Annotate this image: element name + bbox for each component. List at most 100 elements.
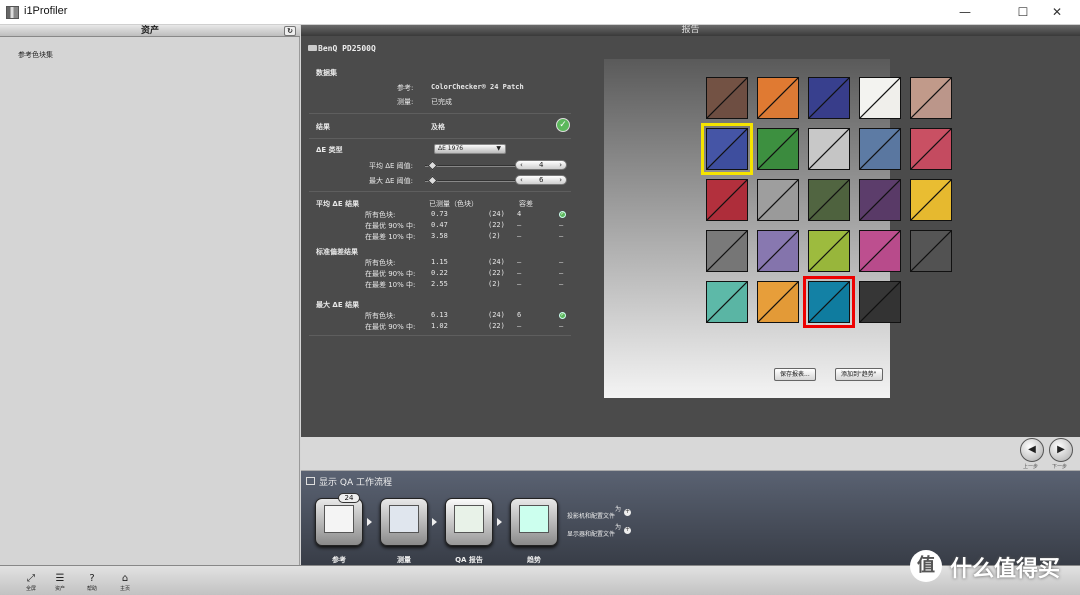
color-patch[interactable]: [808, 230, 850, 272]
color-patch[interactable]: [706, 281, 748, 323]
workflow-title: 显示 QA 工作流程: [319, 478, 392, 488]
row-status: –: [559, 221, 564, 229]
option-suffix: 为: [615, 506, 622, 513]
color-patch[interactable]: [910, 128, 952, 170]
plus-icon[interactable]: +: [624, 509, 631, 516]
max-threshold-stepper[interactable]: ‹ 6 ›: [515, 175, 567, 185]
color-patch[interactable]: [859, 128, 901, 170]
reference-patch-set-item[interactable]: 参考色块集: [18, 50, 53, 60]
next-button[interactable]: ▶: [1049, 438, 1073, 462]
color-patch[interactable]: [910, 179, 952, 221]
color-patch[interactable]: [859, 230, 901, 272]
decrement-icon[interactable]: ‹: [520, 161, 523, 169]
std-section-title: 标准偏差结果: [316, 248, 358, 256]
save-report-button[interactable]: 保存报表...: [774, 368, 816, 381]
color-patch[interactable]: [910, 77, 952, 119]
assets-button[interactable]: ☰ 资产: [50, 573, 70, 592]
row-tolerance: 6: [517, 311, 522, 319]
home-button[interactable]: ⌂ 主页: [115, 573, 135, 592]
arrow-icon: [432, 518, 437, 526]
row-count: (22): [488, 221, 505, 229]
max-threshold-slider[interactable]: [425, 180, 515, 182]
row-status: –: [559, 280, 564, 288]
row-tolerance: –: [517, 280, 522, 288]
row-label: 所有色块:: [365, 312, 396, 320]
avg-threshold-slider[interactable]: [425, 165, 515, 167]
row-count: (2): [488, 232, 501, 240]
color-patch[interactable]: [706, 230, 748, 272]
avg-threshold-stepper[interactable]: ‹ 4 ›: [515, 160, 567, 170]
patch-comparison-panel: 保存报表... 添加到"趋势": [604, 59, 952, 398]
row-label: 在最优 90% 中:: [365, 270, 416, 278]
measure-value: 已完成: [431, 98, 452, 106]
color-patch[interactable]: [803, 276, 855, 328]
row-value: 0.73: [431, 210, 448, 218]
avg-section-title: 平均 ΔE 结果: [316, 200, 360, 208]
step-qa-report[interactable]: [445, 498, 493, 546]
divider: [309, 138, 571, 139]
decrement-icon[interactable]: ‹: [520, 176, 523, 184]
row-value: 0.22: [431, 269, 448, 277]
color-patch[interactable]: [757, 281, 799, 323]
report-icon: [454, 505, 484, 533]
step-reference[interactable]: [315, 498, 363, 546]
avg-threshold-label: 平均 ΔE 阈值:: [369, 162, 414, 170]
color-patch[interactable]: [808, 77, 850, 119]
color-patch[interactable]: [757, 77, 799, 119]
increment-icon[interactable]: ›: [559, 161, 562, 169]
de-type-label: ΔE 类型: [316, 146, 343, 154]
color-patch[interactable]: [910, 230, 952, 272]
row-tolerance: –: [517, 269, 522, 277]
increment-icon[interactable]: ›: [559, 176, 562, 184]
pass-check-icon: ✓: [559, 211, 566, 218]
row-count: (24): [488, 311, 505, 319]
watermark-text: 什么值得买: [950, 557, 1061, 582]
color-patch[interactable]: [859, 179, 901, 221]
row-tolerance: –: [517, 232, 522, 240]
color-patch[interactable]: [808, 128, 850, 170]
color-patch[interactable]: [701, 123, 753, 175]
color-patch[interactable]: [757, 128, 799, 170]
pass-check-icon: ✓: [556, 118, 570, 132]
color-patch[interactable]: [859, 281, 901, 323]
color-patch[interactable]: [757, 179, 799, 221]
color-patch[interactable]: [706, 179, 748, 221]
result-label: 结果: [316, 123, 330, 131]
avg-threshold-slider-thumb[interactable]: [427, 160, 438, 171]
close-button[interactable]: ✕: [1034, 0, 1080, 25]
step-trend[interactable]: [510, 498, 558, 546]
title-bar: i1Profiler — ☐ ✕: [0, 0, 1080, 25]
color-patch[interactable]: [808, 179, 850, 221]
plus-icon[interactable]: +: [624, 527, 631, 534]
measure-label: 测量:: [397, 98, 414, 106]
fullscreen-button[interactable]: ⤢ 全屏: [21, 573, 41, 592]
row-status: –: [559, 232, 564, 240]
step-measure[interactable]: [380, 498, 428, 546]
row-label: 所有色块:: [365, 211, 396, 219]
home-label: 主页: [119, 586, 130, 592]
assets-label: 资产: [54, 586, 65, 592]
fullscreen-icon: ⤢: [27, 573, 35, 584]
reference-value: ColorChecker® 24 Patch: [431, 83, 524, 91]
home-icon: ⌂: [121, 573, 129, 584]
assets-panel: 资产 ↻ 参考色块集: [0, 25, 300, 565]
help-button[interactable]: ? 帮助: [82, 573, 102, 592]
row-label: 在最差 10% 中:: [365, 281, 416, 289]
color-patch[interactable]: [859, 77, 901, 119]
navigation-strip: ◀ ▶ 上一步 下一步: [301, 437, 1080, 471]
de-type-value: ΔE 1976: [438, 145, 464, 152]
assets-header: 资产 ↻: [0, 25, 300, 37]
row-label: 所有色块:: [365, 259, 396, 267]
color-patch[interactable]: [706, 77, 748, 119]
row-status: –: [559, 269, 564, 277]
color-patch[interactable]: [757, 230, 799, 272]
refresh-icon[interactable]: ↻: [284, 26, 296, 36]
option-suffix: 为: [615, 524, 622, 531]
previous-button[interactable]: ◀: [1020, 438, 1044, 462]
minimize-button[interactable]: —: [942, 0, 988, 25]
add-to-trend-button[interactable]: 添加到"趋势": [835, 368, 883, 381]
row-status: –: [559, 258, 564, 266]
de-type-select[interactable]: ΔE 1976 ▼: [434, 144, 506, 154]
max-threshold-slider-thumb[interactable]: [427, 175, 438, 186]
result-value: 及格: [431, 123, 445, 131]
